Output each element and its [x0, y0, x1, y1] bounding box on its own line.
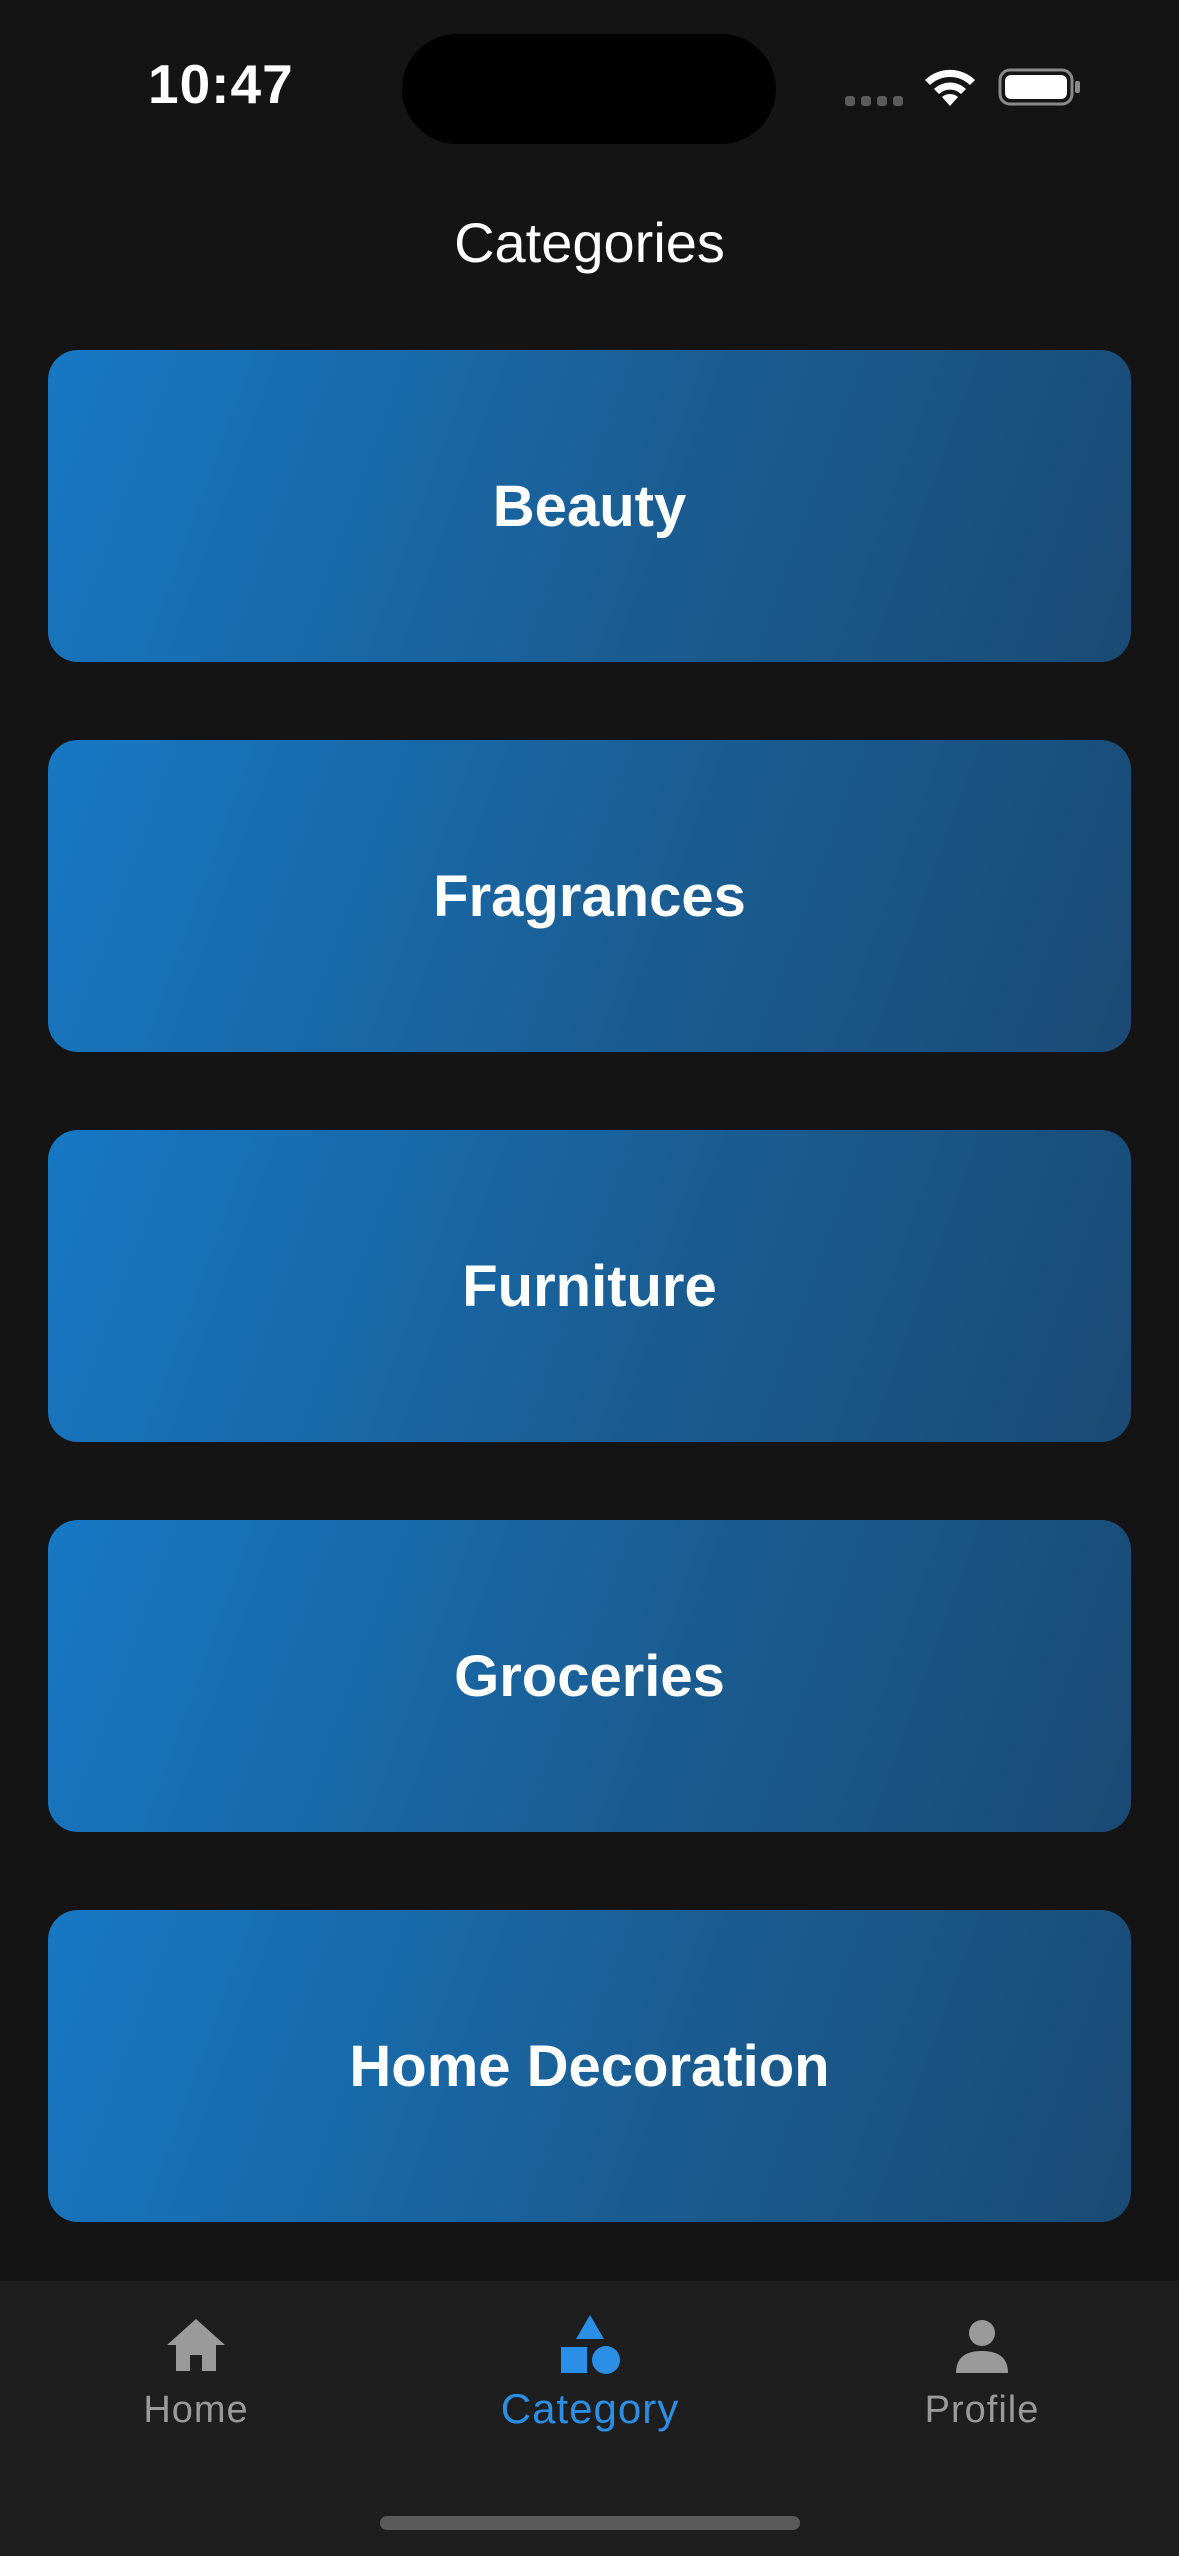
category-label: Beauty [492, 473, 687, 539]
status-bar: 10:47 [0, 0, 1179, 170]
category-card-furniture[interactable]: Furniture [48, 1130, 1131, 1442]
dynamic-island [402, 34, 776, 144]
status-time: 10:47 [148, 53, 294, 115]
category-shapes-icon [561, 2315, 620, 2374]
nav-label-home: Home [143, 2389, 249, 2431]
person-icon [956, 2320, 1008, 2373]
categories-screen: 10:47 Categories Beauty Fragrances Furni… [0, 0, 1179, 2556]
category-label: Furniture [462, 1253, 717, 1319]
home-indicator[interactable] [380, 2516, 800, 2530]
category-card-groceries[interactable]: Groceries [48, 1520, 1131, 1832]
nav-label-category: Category [500, 2385, 680, 2432]
cellular-signal-icon [845, 96, 903, 106]
nav-label-profile: Profile [924, 2389, 1040, 2431]
category-label: Home Decoration [349, 2033, 830, 2099]
battery-icon [998, 68, 1080, 106]
category-card-beauty[interactable]: Beauty [48, 350, 1131, 662]
category-card-fragrances[interactable]: Fragrances [48, 740, 1131, 1052]
page-title: Categories [454, 211, 725, 274]
nav-item-home[interactable]: Home [46, 2311, 346, 2451]
category-label: Fragrances [433, 863, 746, 929]
wifi-icon [925, 69, 975, 106]
nav-item-category[interactable]: Category [440, 2311, 740, 2451]
bottom-nav-bar: Home Category Profile [0, 2281, 1179, 2556]
category-list: Beauty Fragrances Furniture Groceries Ho… [48, 350, 1131, 2300]
category-label: Groceries [454, 1643, 725, 1709]
home-icon [167, 2319, 225, 2371]
category-card-home-decoration[interactable]: Home Decoration [48, 1910, 1131, 2222]
nav-item-profile[interactable]: Profile [832, 2311, 1132, 2451]
